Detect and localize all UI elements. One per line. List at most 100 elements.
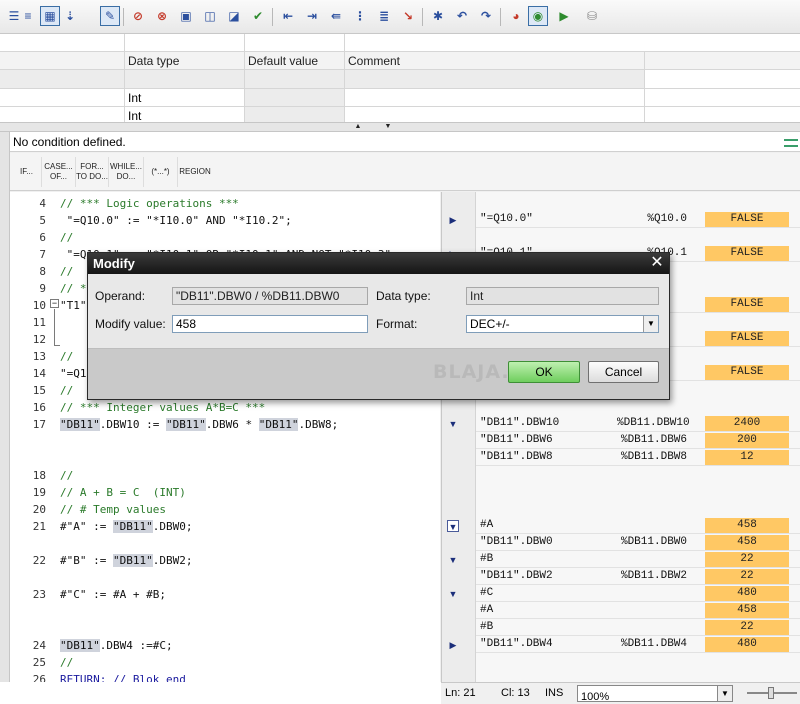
collapse-arrow-icon[interactable]: ▼ <box>447 554 459 566</box>
align-icon[interactable]: ⇚ <box>326 6 346 26</box>
sort-icon[interactable]: ≣ <box>374 6 394 26</box>
monitor-row[interactable]: ▼ "DB11".DBW10 %DB11.DBW10 2400 <box>442 415 800 432</box>
collapse-arrow-icon[interactable]: ▼ <box>447 418 459 430</box>
line-number: 8 <box>39 265 46 278</box>
monitor-row[interactable]: ▼ #A 458 <box>442 517 800 534</box>
clear-icon[interactable]: ⊗ <box>152 6 172 26</box>
line-number: 19 <box>32 486 46 499</box>
code-line[interactable]: #"C" := #A + #B; <box>60 588 166 601</box>
code-line[interactable]: "T1" <box>60 299 87 312</box>
code-line[interactable]: // A + B = C (INT) <box>60 486 186 499</box>
code-line[interactable]: // # Temp values <box>60 503 166 516</box>
step-back-icon[interactable]: ↷ <box>476 6 496 26</box>
compare-icon[interactable]: ◕ <box>506 6 526 26</box>
column-header-comment[interactable]: Comment <box>345 52 645 69</box>
monitor-row[interactable]: ▼ #B 22 <box>442 551 800 568</box>
monitor-value: 22 <box>705 620 789 635</box>
snippet-while[interactable]: WHILE... DO... <box>109 157 144 187</box>
code-line[interactable]: "=Q10.0" := "*I10.0" AND "*I10.2"; <box>60 214 292 227</box>
code-line[interactable]: // <box>60 469 73 482</box>
check-icon[interactable]: ✔ <box>248 6 268 26</box>
monitor-row[interactable]: ▶ "DB11".DBW4 %DB11.DBW4 480 <box>442 636 800 653</box>
code-line-24[interactable]: "DB11".DBW4 :=#C; <box>60 639 173 652</box>
code-line-21[interactable]: #"A" := "DB11".DBW0; <box>60 520 192 533</box>
line-number: 22 <box>32 554 46 567</box>
modify-value-input[interactable]: 458 <box>172 315 368 333</box>
chevron-down-icon[interactable]: ▼ <box>643 316 658 332</box>
cancel-button[interactable]: Cancel <box>588 361 659 383</box>
column-header-default-value[interactable]: Default value <box>245 52 345 69</box>
code-line[interactable]: // <box>60 656 73 669</box>
monitor-row[interactable]: ▶ "=Q10.0" %Q10.0 FALSE <box>442 211 800 228</box>
block-list-icon[interactable]: ≡ <box>18 6 38 26</box>
code-line[interactable]: // <box>60 231 73 244</box>
ok-button[interactable]: OK <box>508 361 580 383</box>
code-line[interactable]: // <box>60 384 73 397</box>
expand-down-icon[interactable]: ▼ <box>380 123 396 131</box>
monitor-row[interactable]: "DB11".DBW0 %DB11.DBW0 458 <box>442 534 800 551</box>
zoom-slider-handle[interactable] <box>768 687 774 699</box>
monitor-row[interactable]: #A 458 <box>442 602 800 619</box>
monitor-row[interactable]: ▼ #C 480 <box>442 585 800 602</box>
load-icon[interactable]: ◫ <box>200 6 220 26</box>
code-line[interactable]: // <box>60 265 73 278</box>
insert-icon[interactable]: ▦ <box>40 6 60 26</box>
code-line-22[interactable]: #"B" := "DB11".DBW2; <box>60 554 192 567</box>
monitor-row[interactable]: "DB11".DBW2 %DB11.DBW2 22 <box>442 568 800 585</box>
db-highlight: "DB11" <box>165 418 206 431</box>
monitor-value: 480 <box>705 586 789 601</box>
step-icon[interactable]: ↶ <box>452 6 472 26</box>
download-icon[interactable]: ⇣ <box>60 6 80 26</box>
monitor-step-icon[interactable]: ▶ <box>554 6 574 26</box>
snippet-for[interactable]: FOR... TO DO... <box>76 157 109 187</box>
code-line[interactable]: // *** Integer values A*B=C *** <box>60 401 265 414</box>
line-number: 5 <box>39 214 46 227</box>
toolbar: ☰ ≡ ▦ ⇣ ✎ ⊘ ⊗ ▣ ◫ ◪ ✔ ⇤ ⇥ ⇚ ⋮ ≣ ↘ ✱ ↶ ↷ … <box>0 0 800 34</box>
code-line-17[interactable]: "DB11".DBW10 := "DB11".DBW6 * "DB11".DBW… <box>60 418 338 431</box>
go-to-icon[interactable]: ↘ <box>398 6 418 26</box>
code-line[interactable]: // <box>60 350 73 363</box>
column-header-data-type[interactable]: Data type <box>125 52 245 69</box>
list-2-icon[interactable]: ⋮ <box>350 6 370 26</box>
expand-arrow-icon[interactable]: ▶ <box>447 639 459 651</box>
collapse-arrow-icon[interactable]: ▼ <box>447 588 459 600</box>
fold-toggle-icon[interactable]: − <box>50 299 59 308</box>
database-icon[interactable]: ⛁ <box>582 6 602 26</box>
monitor-row[interactable]: "DB11".DBW6 %DB11.DBW6 200 <box>442 432 800 449</box>
data-type-cell[interactable]: Int <box>125 89 245 106</box>
monitor-on-icon[interactable]: ◉ <box>528 6 548 26</box>
zoom-select[interactable]: 100% ▼ <box>577 685 733 703</box>
insert-mode: INS <box>545 687 564 699</box>
indent-out-icon[interactable]: ⇥ <box>302 6 322 26</box>
format-select[interactable]: DEC+/- ▼ <box>466 315 659 333</box>
monitor-row[interactable]: "DB11".DBW8 %DB11.DBW8 12 <box>442 449 800 466</box>
close-icon[interactable]: ✕ <box>648 254 666 272</box>
collapse-arrow-icon[interactable]: ▼ <box>447 520 459 532</box>
chevron-down-icon[interactable]: ▼ <box>717 686 732 701</box>
code-line[interactable]: "=Q1 <box>60 367 87 380</box>
code-line[interactable]: // *** Logic operations *** <box>60 197 239 210</box>
dialog-title-bar[interactable]: Modify ✕ <box>88 253 669 274</box>
snippet-case[interactable]: CASE... OF... <box>42 157 76 187</box>
code-line[interactable]: // * <box>60 282 87 295</box>
snippet-comment[interactable]: (*...*) <box>144 157 178 187</box>
interface-splitter[interactable]: ▲ ▼ <box>0 122 800 132</box>
monitor-row[interactable]: #B 22 <box>442 619 800 636</box>
indent-in-icon[interactable]: ⇤ <box>278 6 298 26</box>
snippet-region[interactable]: REGION <box>178 157 212 187</box>
monitor-value: 458 <box>705 518 789 533</box>
monitor-value: 12 <box>705 450 789 465</box>
expand-arrow-icon[interactable]: ▶ <box>447 214 459 226</box>
table-row[interactable]: Int <box>0 89 800 107</box>
breakpoint-icon[interactable]: ✱ <box>428 6 448 26</box>
line-number: 21 <box>32 520 46 533</box>
monitor-icon[interactable]: ▣ <box>176 6 196 26</box>
edit-active-icon[interactable]: ✎ <box>100 6 120 26</box>
data-type-label: Data type: <box>376 289 431 303</box>
stop-icon[interactable]: ⊘ <box>128 6 148 26</box>
code-line[interactable]: RETURN; // Blok end <box>60 673 186 682</box>
dialog-title: Modify <box>93 256 135 271</box>
collapse-up-icon[interactable]: ▲ <box>350 123 366 131</box>
snippet-if[interactable]: IF... <box>12 157 42 187</box>
load-2-icon[interactable]: ◪ <box>224 6 244 26</box>
